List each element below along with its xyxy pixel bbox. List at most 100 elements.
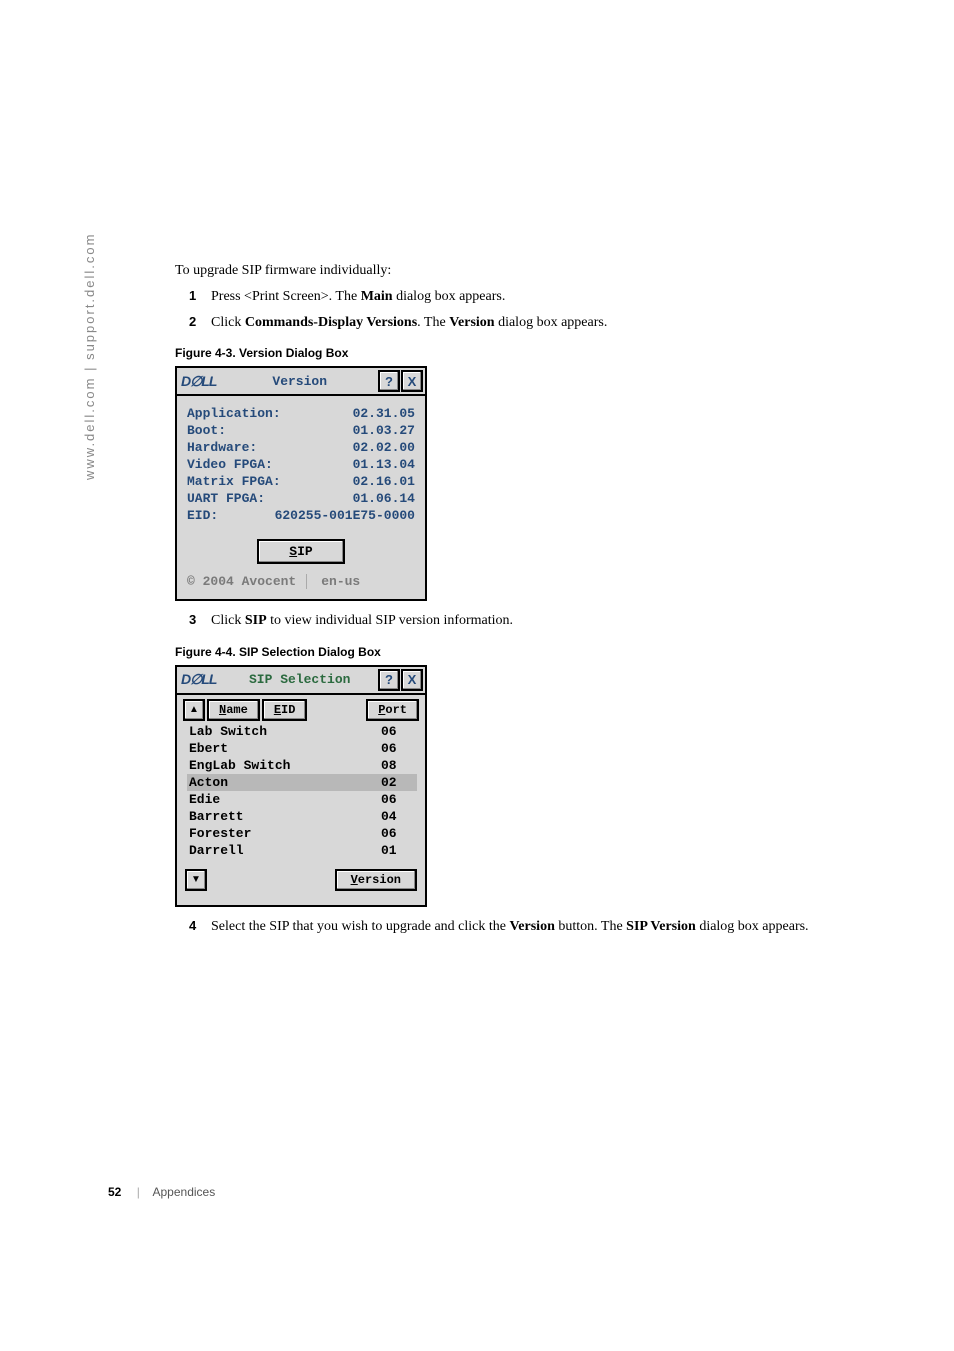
step-text: Click	[211, 315, 245, 330]
step-num: 4	[189, 917, 196, 935]
page-number: 52	[108, 1185, 121, 1199]
step-text: Click	[211, 613, 245, 628]
step-text: dialog box appears.	[696, 919, 809, 934]
list-item[interactable]: Forester06	[187, 825, 417, 842]
step-bold: Main	[361, 289, 393, 304]
list-item-port: 06	[381, 741, 417, 756]
close-button[interactable]: X	[401, 669, 423, 691]
figure-4-3-caption: Figure 4-3. Version Dialog Box	[175, 346, 885, 360]
language-text: en-us	[306, 574, 360, 589]
step-bold: SIP	[245, 613, 267, 628]
step-bold: Version	[449, 315, 494, 330]
name-tab[interactable]: Name	[207, 699, 260, 721]
eid-tab[interactable]: EID	[262, 699, 308, 721]
step-2: 2 Click Commands-Display Versions. The V…	[175, 313, 885, 333]
list-item-name: Edie	[187, 792, 381, 807]
intro-text: To upgrade SIP firmware individually:	[175, 263, 885, 279]
list-item-port: 02	[381, 775, 417, 790]
section-name: Appendices	[153, 1185, 216, 1199]
step-1: 1 Press <Print Screen>. The Main dialog …	[175, 287, 885, 307]
version-key: Video FPGA:	[187, 457, 273, 472]
tab-rest: ort	[385, 703, 407, 717]
help-button[interactable]: ?	[378, 669, 400, 691]
step-num: 3	[189, 611, 196, 629]
main-content: To upgrade SIP firmware individually: 1 …	[175, 263, 885, 950]
version-value: 02.16.01	[335, 474, 415, 489]
sip-selection-dialog: D∅LL SIP Selection ? X ▲ Name EID Port L…	[175, 665, 427, 907]
list-item-port: 08	[381, 758, 417, 773]
list-item-name: Ebert	[187, 741, 381, 756]
list-item[interactable]: Lab Switch06	[187, 723, 417, 740]
sip-selection-titlebar: D∅LL SIP Selection ? X	[177, 667, 425, 695]
version-dialog-title: Version	[222, 374, 377, 389]
port-tab[interactable]: Port	[366, 699, 419, 721]
sip-button-rest: IP	[297, 544, 313, 559]
version-row: Application: 02.31.05	[187, 406, 415, 421]
scroll-up-button[interactable]: ▲	[183, 699, 205, 721]
list-item[interactable]: Acton02	[187, 774, 417, 791]
figure-4-4-caption: Figure 4-4. SIP Selection Dialog Box	[175, 645, 885, 659]
list-item-port: 01	[381, 843, 417, 858]
version-value: 01.13.04	[335, 457, 415, 472]
step-bold: Commands-Display Versions	[245, 315, 417, 330]
list-item-port: 06	[381, 792, 417, 807]
version-dialog-body: Application: 02.31.05 Boot: 01.03.27 Hardwar…	[177, 396, 425, 599]
list-item[interactable]: Barrett04	[187, 808, 417, 825]
step-4: 4 Select the SIP that you wish to upgrad…	[175, 917, 885, 937]
step-text: to view individual SIP version informati…	[267, 613, 513, 628]
step-text: Press <Print Screen>. The	[211, 289, 361, 304]
steps-lower: 4 Select the SIP that you wish to upgrad…	[175, 917, 885, 937]
version-button-rest: ersion	[358, 873, 401, 887]
sip-selection-bottom: ▼ Version	[177, 865, 425, 905]
version-key: Application:	[187, 406, 281, 421]
column-tabs: ▲ Name EID Port	[177, 695, 425, 721]
scroll-down-button[interactable]: ▼	[185, 869, 207, 891]
version-value: 02.02.00	[335, 440, 415, 455]
version-button[interactable]: Version	[335, 869, 417, 891]
steps-upper: 1 Press <Print Screen>. The Main dialog …	[175, 287, 885, 332]
version-row: Boot: 01.03.27	[187, 423, 415, 438]
tab-rest: ame	[226, 703, 248, 717]
version-row: Hardware: 02.02.00	[187, 440, 415, 455]
version-dialog: D∅LL Version ? X Application: 02.31.05 Boo…	[175, 366, 427, 601]
step-text: dialog box appears.	[393, 289, 506, 304]
copyright-text: © 2004 Avocent	[187, 574, 296, 589]
tab-rest: ID	[281, 703, 295, 717]
version-key: Matrix FPGA:	[187, 474, 281, 489]
help-button[interactable]: ?	[378, 370, 400, 392]
version-value: 02.31.05	[335, 406, 415, 421]
list-item-port: 06	[381, 724, 417, 739]
version-value: 01.06.14	[335, 491, 415, 506]
version-dialog-titlebar: D∅LL Version ? X	[177, 368, 425, 396]
eid-label: EID:	[187, 508, 218, 523]
list-item[interactable]: Darrell01	[187, 842, 417, 859]
version-row: Video FPGA: 01.13.04	[187, 457, 415, 472]
list-item-name: Lab Switch	[187, 724, 381, 739]
version-key: Hardware:	[187, 440, 257, 455]
version-row: UART FPGA: 01.06.14	[187, 491, 415, 506]
sip-button-hotkey: S	[289, 544, 297, 559]
eid-row: EID: 620255-001E75-0000	[187, 508, 415, 523]
list-item[interactable]: Edie06	[187, 791, 417, 808]
list-item-port: 04	[381, 809, 417, 824]
version-key: UART FPGA:	[187, 491, 265, 506]
list-item[interactable]: EngLab Switch08	[187, 757, 417, 774]
step-bold: Version	[509, 919, 554, 934]
step-3: 3 Click SIP to view individual SIP versi…	[175, 611, 885, 631]
list-item-port: 06	[381, 826, 417, 841]
sip-button[interactable]: SIP	[257, 539, 344, 564]
version-value: 01.03.27	[335, 423, 415, 438]
list-item-name: Darrell	[187, 843, 381, 858]
list-item-name: Acton	[187, 775, 381, 790]
list-item[interactable]: Ebert06	[187, 740, 417, 757]
dell-logo: D∅LL	[181, 373, 216, 390]
step-text: . The	[417, 315, 449, 330]
page-footer: 52 | Appendices	[108, 1185, 215, 1199]
version-key: Boot:	[187, 423, 226, 438]
close-button[interactable]: X	[401, 370, 423, 392]
sip-selection-title: SIP Selection	[222, 672, 377, 687]
step-bold: SIP Version	[626, 919, 696, 934]
list-item-name: Barrett	[187, 809, 381, 824]
sidebar-url: www.dell.com | support.dell.com	[82, 233, 97, 480]
list-item-name: Forester	[187, 826, 381, 841]
